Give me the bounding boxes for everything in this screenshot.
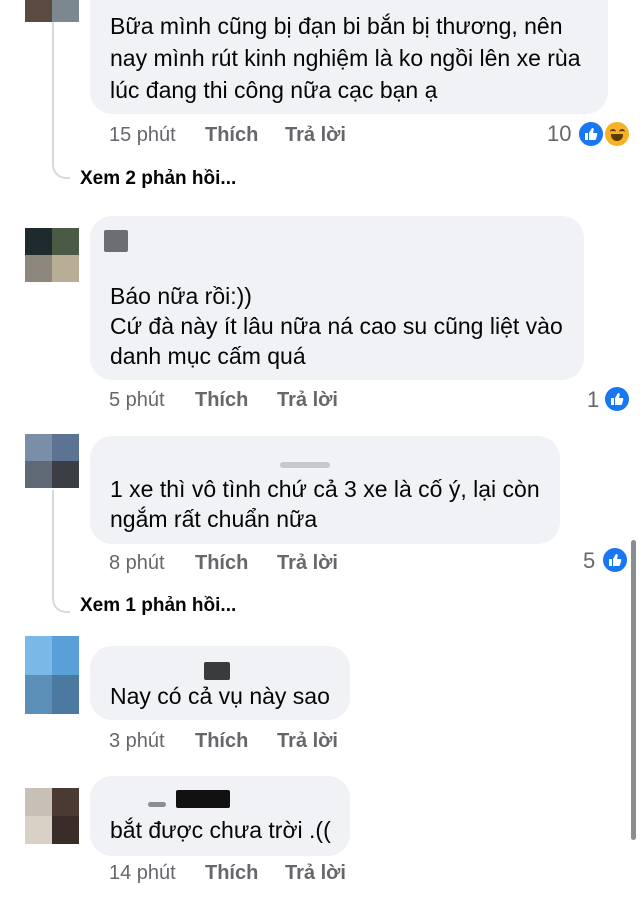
view-replies-link[interactable]: Xem 1 phản hồi... xyxy=(80,595,236,617)
reply-button[interactable]: Trả lời xyxy=(285,124,346,147)
comment-time[interactable]: 15 phút xyxy=(109,124,176,147)
like-button[interactable]: Thích xyxy=(195,552,248,575)
comment-text-line: 1 xe thì vô tình chứ cả 3 xe là cố ý, lạ… xyxy=(110,476,540,502)
like-icon xyxy=(603,385,631,413)
comment-bubble: 1 xe thì vô tình chứ cả 3 xe là cố ý, lạ… xyxy=(90,436,560,544)
reaction-count[interactable]: 5 xyxy=(583,548,595,574)
scrollbar[interactable] xyxy=(631,540,636,840)
reply-thread-curve xyxy=(52,161,70,179)
comment-time[interactable]: 8 phút xyxy=(109,552,165,575)
reaction-count[interactable]: 10 xyxy=(547,121,571,147)
avatar[interactable] xyxy=(25,0,79,22)
reaction-count[interactable]: 1 xyxy=(587,387,599,413)
avatar[interactable] xyxy=(25,636,79,714)
comment-text-line: danh mục cấm quá xyxy=(110,343,306,369)
comment-time[interactable]: 5 phút xyxy=(109,389,165,412)
comment-text-line: lúc đang thi công nữa cạc bạn ạ xyxy=(110,77,438,103)
reply-thread-curve xyxy=(52,595,70,613)
like-button[interactable]: Thích xyxy=(205,124,258,147)
author-name[interactable] xyxy=(280,462,330,468)
comment-text-line: Bữa mình cũng bị đạn bi bắn bị thương, n… xyxy=(110,13,563,39)
reply-thread-line xyxy=(52,490,54,596)
avatar[interactable] xyxy=(25,788,79,844)
author-name[interactable] xyxy=(104,230,128,252)
reply-button[interactable]: Trả lời xyxy=(285,862,346,885)
like-button[interactable]: Thích xyxy=(195,730,248,753)
view-replies-link[interactable]: Xem 2 phản hồi... xyxy=(80,168,236,190)
like-icon xyxy=(577,120,605,148)
reply-button[interactable]: Trả lời xyxy=(277,389,338,412)
like-button[interactable]: Thích xyxy=(205,862,258,885)
comment-text-line: Nay có cả vụ này sao xyxy=(110,683,330,709)
comment-bubble: Bữa mình cũng bị đạn bi bắn bị thương, n… xyxy=(90,0,608,114)
comment-text-line: ngắm rất chuẩn nữa xyxy=(110,506,318,532)
reply-button[interactable]: Trả lời xyxy=(277,730,338,753)
author-name[interactable] xyxy=(204,662,230,680)
reply-thread-line xyxy=(52,22,54,162)
avatar[interactable] xyxy=(25,434,79,488)
comment-time[interactable]: 3 phút xyxy=(109,730,165,753)
reply-button[interactable]: Trả lời xyxy=(277,552,338,575)
avatar[interactable] xyxy=(25,228,79,282)
haha-icon xyxy=(603,120,631,148)
comment-text-line: nay mình rút kinh nghiệm là ko ngồi lên … xyxy=(110,45,581,71)
comment-text-line: Báo nữa rồi:)) xyxy=(110,283,252,309)
author-name[interactable] xyxy=(176,790,230,808)
author-name-prefix xyxy=(148,802,166,807)
comment-text-line: bắt được chưa trời .(( xyxy=(110,817,331,843)
comment-bubble: Nay có cả vụ này sao xyxy=(90,646,350,720)
like-icon xyxy=(601,546,629,574)
comment-text-line: Cứ đà này ít lâu nữa ná cao su cũng liệt… xyxy=(110,313,563,339)
like-button[interactable]: Thích xyxy=(195,389,248,412)
comment-time[interactable]: 14 phút xyxy=(109,862,176,885)
comment-bubble: bắt được chưa trời .(( xyxy=(90,776,350,856)
comment-bubble: Báo nữa rồi:)) Cứ đà này ít lâu nữa ná c… xyxy=(90,216,584,380)
